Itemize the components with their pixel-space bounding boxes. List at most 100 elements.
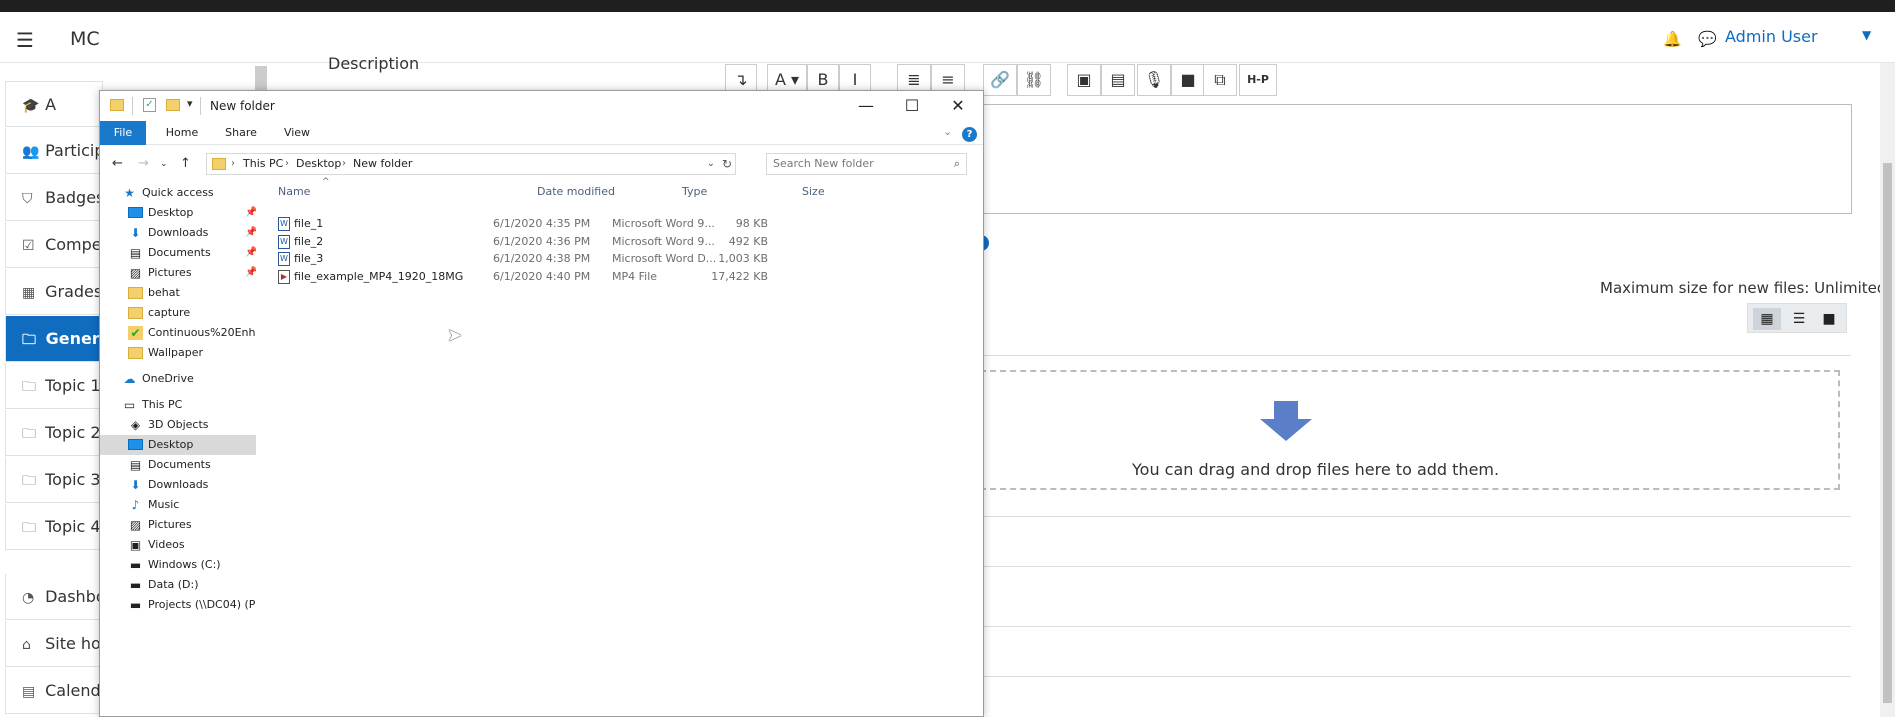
drawer-item-participants[interactable]: 👥 Participants [5, 128, 103, 174]
minimize-icon[interactable]: — [843, 91, 889, 121]
documents-icon: ▤ [129, 246, 142, 260]
tab-view[interactable]: View [277, 121, 317, 145]
site-name[interactable]: MC [70, 28, 100, 50]
file-row[interactable]: Wfile_3 6/1/2020 4:38 PM Microsoft Word D.… [275, 250, 975, 268]
nav-item-documents[interactable]: ▤ Documents [100, 455, 256, 475]
nav-item-windows-c-[interactable]: ▬ Windows (C:) [100, 555, 256, 575]
pin-icon: 📌 [245, 247, 256, 258]
menu-hamburger-icon[interactable]: ☰ [16, 28, 34, 52]
drawer-scrollbar[interactable] [255, 66, 267, 91]
messages-icon[interactable]: 💬 [1698, 30, 1717, 48]
drawer-item-topic-1[interactable]: 🗀 Topic 1 [5, 363, 103, 409]
chevron-down-icon[interactable]: ▼ [1862, 28, 1871, 42]
maximize-icon[interactable]: ☐ [889, 91, 935, 121]
nav-item-downloads[interactable]: ⬇ Downloads [100, 475, 256, 495]
address-dropdown-icon[interactable]: ⌄ [707, 154, 715, 174]
manage-files-icon[interactable]: ⧉ [1203, 64, 1237, 96]
nav-item-label: Continuous%20Enh [148, 326, 256, 339]
customize-quick-access-icon[interactable]: ▾ [187, 97, 193, 110]
recent-locations-icon[interactable]: ⌄ [160, 159, 168, 169]
tab-share[interactable]: Share [219, 121, 263, 145]
nav-item-music[interactable]: ♪ Music [100, 495, 256, 515]
nav-item-label: Music [148, 498, 180, 511]
close-icon[interactable]: ✕ [935, 91, 981, 121]
navigation-pane: ★ Quick access Desktop 📌 ⬇ Downloads 📌 ▤ Documen… [100, 183, 260, 716]
drawer-item-label: Calendar [45, 681, 102, 700]
nav-item-quick-access[interactable]: ★ Quick access [100, 183, 256, 203]
chevron-right-icon[interactable]: › [342, 154, 346, 174]
breadcrumb-new-folder[interactable]: New folder [353, 154, 412, 174]
drawer-item-topic-2[interactable]: 🗀 Topic 2 [5, 410, 103, 456]
page-scrollbar[interactable] [1880, 63, 1895, 717]
search-input[interactable]: Search New folder ⌕ [766, 153, 967, 175]
link-icon[interactable]: 🔗 [983, 64, 1017, 96]
tab-home[interactable]: Home [160, 121, 204, 145]
nav-item-desktop[interactable]: Desktop [100, 435, 256, 455]
refresh-icon[interactable]: ↻ [722, 154, 732, 174]
drawer-item-badges[interactable]: ⛉ Badges [5, 175, 103, 221]
up-icon[interactable]: ↑ [180, 156, 191, 171]
nav-item-behat[interactable]: behat [100, 283, 256, 303]
nav-item-continuous-20enh[interactable]: ✔ Continuous%20Enh [100, 323, 256, 343]
media-icon[interactable]: ▤ [1101, 64, 1135, 96]
properties-icon[interactable]: ✓ [143, 98, 156, 112]
drawer-item-site-home[interactable]: ⌂ Site home [5, 621, 103, 667]
nav-item-downloads[interactable]: ⬇ Downloads 📌 [100, 223, 256, 243]
drawer-item-general[interactable]: 🗀 General [5, 316, 103, 362]
file-row[interactable]: Wfile_2 6/1/2020 4:36 PM Microsoft Word 9.… [275, 233, 975, 251]
file-size: 98 KB [735, 217, 768, 230]
record-video-icon[interactable]: ■ [1171, 64, 1205, 96]
nav-item-label: Downloads [148, 226, 209, 239]
grid-view-icon[interactable]: ▦ [1753, 308, 1781, 330]
window-titlebar[interactable]: ✓ ▾ New folder — ☐ ✕ [100, 91, 983, 121]
drawer-item-topic-4[interactable]: 🗀 Topic 4 [5, 504, 103, 550]
nav-item-pictures[interactable]: ▨ Pictures 📌 [100, 263, 256, 283]
nav-item-wallpaper[interactable]: Wallpaper [100, 343, 256, 363]
breadcrumb-this-pc[interactable]: This PC [243, 154, 283, 174]
folder-view-icon[interactable]: ■ [1815, 308, 1843, 330]
chevron-right-icon[interactable]: › [285, 154, 289, 174]
unlink-icon[interactable]: ⛓ [1017, 64, 1051, 96]
nav-item-desktop[interactable]: Desktop 📌 [100, 203, 256, 223]
nav-item-this-pc[interactable]: ▭ This PC [100, 395, 256, 415]
breadcrumb-desktop[interactable]: Desktop [296, 154, 341, 174]
file-row[interactable]: Wfile_1 6/1/2020 4:35 PM Microsoft Word 9.… [275, 215, 975, 233]
expand-ribbon-icon[interactable]: ⌄ [943, 125, 952, 138]
nav-item-pictures[interactable]: ▨ Pictures [100, 515, 256, 535]
nav-item-capture[interactable]: capture [100, 303, 256, 323]
chevron-right-icon[interactable]: › [231, 154, 235, 174]
nav-item-3d-objects[interactable]: ◈ 3D Objects [100, 415, 256, 435]
scrollbar-thumb[interactable] [1883, 163, 1892, 703]
nav-item-data-d-[interactable]: ▬ Data (D:) [100, 575, 256, 595]
image-icon[interactable]: ▣ [1067, 64, 1101, 96]
new-folder-icon[interactable] [166, 99, 180, 111]
drawer-item-dashboard[interactable]: ◔ Dashboard [5, 574, 103, 620]
forward-icon[interactable]: → [138, 156, 149, 171]
drawer-item-a[interactable]: 🎓 A [5, 81, 103, 127]
tab-file[interactable]: File [100, 121, 146, 145]
videos-icon: ▣ [129, 538, 142, 552]
address-bar[interactable]: › This PC › Desktop › New folder ⌄ ↻ [206, 153, 736, 175]
nav-item-projects-dc04-p[interactable]: ▬ Projects (\\DC04) (P [100, 595, 256, 615]
folder-icon: 🗀 [22, 332, 36, 348]
search-icon[interactable]: ⌕ [954, 154, 960, 174]
user-menu[interactable]: Admin User [1725, 27, 1818, 46]
nav-item-label: behat [148, 286, 180, 299]
nav-item-documents[interactable]: ▤ Documents 📌 [100, 243, 256, 263]
h5p-icon[interactable]: H-P [1239, 64, 1277, 96]
nav-item-videos[interactable]: ▣ Videos [100, 535, 256, 555]
calendar-icon: ▤ [22, 684, 36, 700]
back-icon[interactable]: ← [112, 156, 123, 171]
list-view-icon[interactable]: ☰ [1785, 308, 1813, 330]
drawer-item-grades[interactable]: ▦ Grades [5, 269, 103, 315]
file-row[interactable]: ▶ file_example_MP4_1920_18MG 6/1/2020 4:40… [275, 268, 975, 286]
drawer-item-competencies[interactable]: ☑ Competencies [5, 222, 103, 268]
help-icon[interactable]: ? [962, 127, 977, 142]
notification-bell-icon[interactable]: 🔔 [1663, 30, 1682, 48]
drawer-item-calendar[interactable]: ▤ Calendar [5, 668, 103, 714]
dashboard-icon: ◔ [22, 590, 35, 606]
drawer-item-label: Badges [45, 188, 103, 207]
nav-item-onedrive[interactable]: ☁ OneDrive [100, 369, 256, 389]
drawer-item-topic-3[interactable]: 🗀 Topic 3 [5, 457, 103, 503]
record-audio-icon[interactable]: 🎙 [1137, 64, 1171, 96]
